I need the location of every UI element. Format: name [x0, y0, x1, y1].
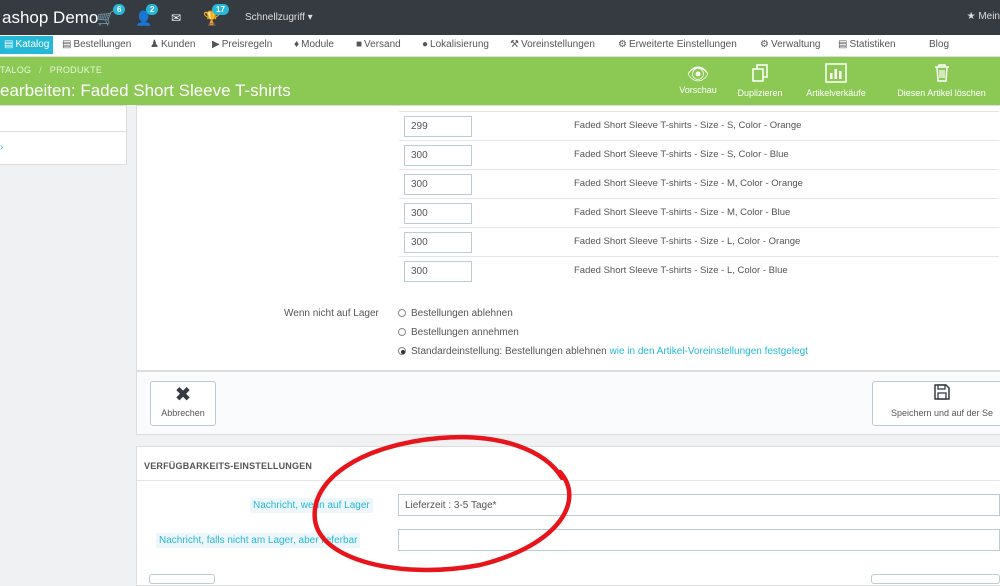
annotation-ellipse [312, 434, 572, 573]
